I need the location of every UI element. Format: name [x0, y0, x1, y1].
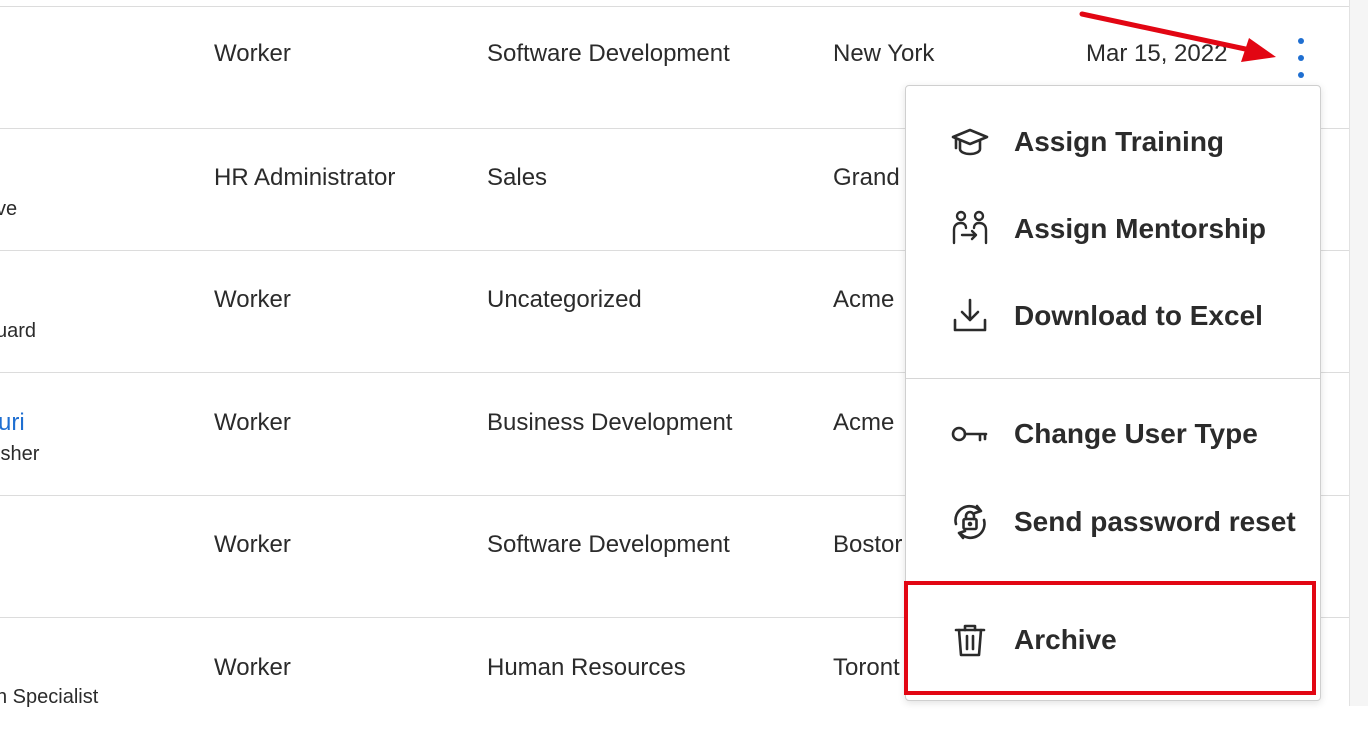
user-name-link[interactable]: uri — [0, 409, 25, 437]
mentorship-icon — [950, 209, 990, 249]
department-cell: Sales — [487, 164, 548, 191]
menu-item-label: Send password reset — [1014, 506, 1296, 537]
user-type-cell: Worker — [214, 286, 291, 313]
download-icon — [950, 296, 990, 336]
vertical-scrollbar[interactable] — [1349, 0, 1368, 706]
menu-item-change-user-type[interactable]: Change User Type — [906, 394, 1320, 474]
user-type-cell: Worker — [214, 409, 291, 436]
location-cell: Acme — [833, 286, 895, 313]
job-title-cell: uard — [0, 320, 37, 342]
department-cell: Business Development — [487, 409, 733, 436]
kebab-dot — [1298, 38, 1304, 44]
location-cell: Toront — [833, 654, 900, 681]
menu-item-assign-training[interactable]: Assign Training — [906, 102, 1320, 182]
trash-icon — [950, 620, 990, 660]
location-cell: New York — [833, 40, 935, 67]
user-type-cell: Worker — [214, 40, 291, 67]
kebab-dot — [1298, 72, 1304, 78]
user-type-cell: Worker — [214, 531, 291, 558]
location-cell: Acme — [833, 409, 895, 436]
menu-item-label: Change User Type — [1014, 418, 1258, 449]
graduation-cap-icon — [950, 122, 990, 162]
department-cell: Uncategorized — [487, 286, 642, 313]
location-cell: Grand — [833, 164, 900, 191]
location-cell: Bostor — [833, 531, 903, 558]
user-type-cell: Worker — [214, 654, 291, 681]
menu-item-label: Archive — [1014, 624, 1117, 655]
menu-item-send-password-reset[interactable]: Send password reset — [906, 482, 1320, 562]
job-title-cell: isher — [0, 443, 40, 465]
department-cell: Human Resources — [487, 654, 686, 681]
menu-divider — [906, 378, 1320, 379]
job-title-cell: ve — [0, 198, 18, 220]
row-actions-kebab-button[interactable] — [1288, 38, 1314, 78]
row-actions-menu: Assign Training Assign Mentorship Downlo… — [905, 85, 1321, 701]
lock-reset-icon — [950, 502, 990, 542]
department-cell: Software Development — [487, 40, 730, 67]
date-cell: Mar 15, 2022 — [1086, 40, 1228, 67]
menu-item-label: Download to Excel — [1014, 300, 1263, 331]
kebab-dot — [1298, 55, 1304, 61]
menu-item-download-to-excel[interactable]: Download to Excel — [906, 276, 1320, 356]
menu-item-label: Assign Training — [1014, 126, 1225, 157]
menu-item-archive[interactable]: Archive — [906, 600, 1320, 680]
key-icon — [950, 414, 990, 454]
department-cell: Software Development — [487, 531, 730, 558]
user-type-cell: HR Administrator — [214, 164, 396, 191]
menu-item-label: Assign Mentorship — [1014, 213, 1267, 244]
menu-item-assign-mentorship[interactable]: Assign Mentorship — [906, 189, 1320, 269]
